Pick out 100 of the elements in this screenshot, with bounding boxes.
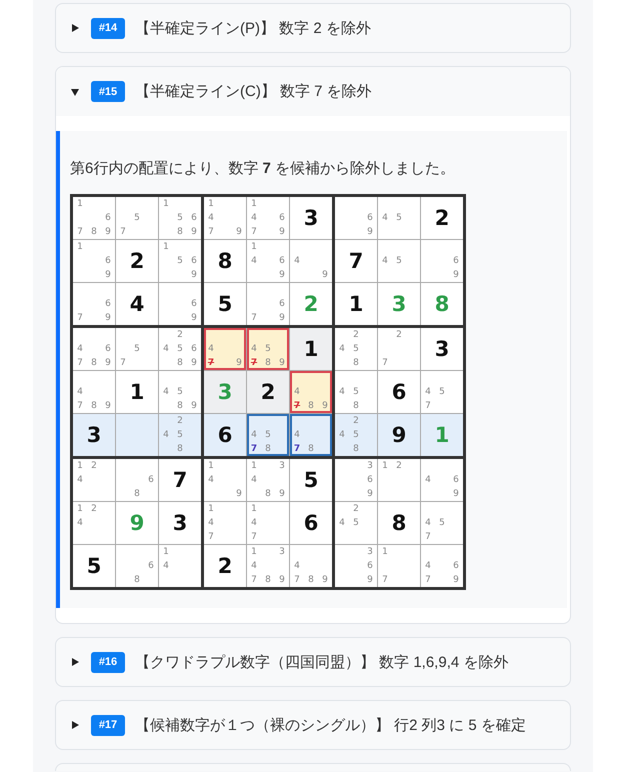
- candidate-digit: 7: [77, 228, 83, 236]
- step-summary[interactable]: #16 【クワドラプル数字（四国同盟）】 数字 1,6,9,4 を除外: [56, 638, 570, 686]
- candidate-digit: 1: [208, 462, 214, 470]
- given-digit: 1: [304, 338, 318, 360]
- candidate-digit: 7: [251, 576, 257, 584]
- candidate-digit: 5: [439, 388, 445, 396]
- candidate-digit: 4: [382, 256, 388, 266]
- candidate-digit: 6: [367, 214, 373, 222]
- candidate-digit: 1: [251, 462, 257, 470]
- candidate-digit: 6: [105, 344, 111, 354]
- candidate-digit: 6: [105, 300, 111, 308]
- candidate-digit: 6: [279, 300, 285, 308]
- given-digit: 3: [172, 512, 188, 534]
- candidate-digit: 6: [191, 300, 197, 308]
- candidate-digit: 8: [308, 576, 314, 584]
- given-digit: 1: [348, 294, 364, 314]
- candidate-digit: 4: [339, 388, 345, 396]
- step-summary[interactable]: #14 【半確定ライン(P)】 数字 2 を除外: [56, 4, 570, 52]
- candidate-digit: 4: [77, 388, 83, 396]
- given-digit: 2: [260, 382, 276, 402]
- given-digit: 3: [434, 338, 450, 360]
- candidate-digit: 4: [251, 518, 257, 528]
- candidate-digit: 4: [163, 344, 169, 354]
- candidate-digit: 9: [105, 228, 111, 236]
- candidate-digit: 4: [425, 518, 431, 528]
- given-digit: 7: [172, 470, 188, 490]
- candidate-digit: 6: [367, 476, 373, 484]
- struck-candidate: 7: [294, 402, 300, 410]
- candidate-digit: 8: [265, 444, 271, 454]
- candidate-digit: 5: [177, 388, 183, 396]
- candidate-digit: 8: [353, 358, 359, 368]
- candidate-digit: 6: [279, 214, 285, 222]
- candidate-digit: 9: [279, 490, 285, 498]
- candidate-digit: 9: [322, 576, 328, 584]
- candidate-digit: 8: [265, 576, 271, 584]
- solved-digit: 2: [304, 294, 318, 314]
- candidate-digit: 9: [367, 576, 373, 584]
- candidate-digit: 9: [367, 490, 373, 498]
- candidate-digit: 1: [251, 548, 257, 556]
- candidate-digit: 9: [191, 402, 197, 410]
- caret-icon[interactable]: [71, 88, 79, 96]
- candidate-digit: 4: [77, 344, 83, 354]
- candidate-digit: 4: [339, 430, 345, 440]
- candidate-digit: 3: [367, 462, 373, 470]
- caret-icon[interactable]: [71, 24, 79, 32]
- candidate-digit: 2: [91, 504, 97, 514]
- candidate-digit: 2: [396, 462, 402, 470]
- given-digit: 5: [304, 470, 318, 490]
- candidate-digit: 1: [208, 504, 214, 514]
- given-digit: 7: [348, 250, 364, 272]
- candidate-digit: 4: [425, 562, 431, 570]
- candidate-digit: 1: [163, 548, 169, 556]
- candidate-digit: 7: [251, 228, 257, 236]
- candidate-digit: 8: [91, 358, 97, 368]
- candidate-digit: 6: [453, 256, 459, 266]
- solved-digit: 3: [392, 294, 406, 314]
- solved-digit: 8: [434, 294, 450, 314]
- candidate-digit: 2: [353, 330, 359, 340]
- given-digit: 8: [218, 250, 232, 272]
- candidate-digit: 1: [77, 504, 83, 514]
- candidate-digit: 6: [279, 256, 285, 266]
- candidate-digit: 8: [177, 358, 183, 368]
- candidate-digit: 6: [191, 214, 197, 222]
- candidate-digit: 1: [382, 462, 388, 470]
- candidate-digit: 6: [105, 214, 111, 222]
- step-summary[interactable]: #15 【半確定ライン(C)】 数字 7 を除外: [56, 67, 570, 116]
- candidate-digit: 4: [425, 388, 431, 396]
- caret-icon[interactable]: [71, 721, 79, 729]
- caret-icon[interactable]: [71, 658, 79, 666]
- candidate-digit: 8: [265, 358, 271, 368]
- candidate-digit: 4: [251, 430, 257, 440]
- candidate-digit: 7: [208, 532, 214, 542]
- candidate-digit: 8: [177, 444, 183, 454]
- candidate-digit: 5: [396, 256, 402, 266]
- highlighted-candidate: 7: [294, 444, 300, 454]
- step-badge: #17: [91, 714, 125, 736]
- candidate-digit: 2: [353, 416, 359, 426]
- candidate-digit: 4: [251, 344, 257, 354]
- given-digit: 9: [392, 424, 406, 446]
- candidate-digit: 5: [353, 430, 359, 440]
- step-summary[interactable]: #17 【候補数字が１つ（裸のシングル）】 行2 列3 に 5 を確定: [56, 701, 570, 749]
- candidate-digit: 6: [191, 344, 197, 354]
- candidate-digit: 8: [177, 228, 183, 236]
- candidate-digit: 7: [382, 576, 388, 584]
- candidate-digit: 2: [177, 416, 183, 426]
- candidate-digit: 5: [177, 430, 183, 440]
- candidate-digit: 4: [208, 476, 214, 484]
- candidate-digit: 8: [91, 228, 97, 236]
- candidate-digit: 6: [105, 256, 111, 266]
- candidate-digit: 2: [177, 330, 183, 340]
- candidate-digit: 1: [251, 200, 257, 208]
- candidate-digit: 8: [91, 402, 97, 410]
- candidate-digit: 6: [148, 476, 154, 484]
- candidate-digit: 5: [396, 214, 402, 222]
- candidate-digit: 9: [191, 228, 197, 236]
- given-digit: 6: [304, 512, 318, 534]
- candidate-digit: 7: [208, 228, 214, 236]
- candidate-digit: 1: [251, 242, 257, 252]
- given-digit: 5: [218, 294, 232, 314]
- candidate-digit: 7: [77, 402, 83, 410]
